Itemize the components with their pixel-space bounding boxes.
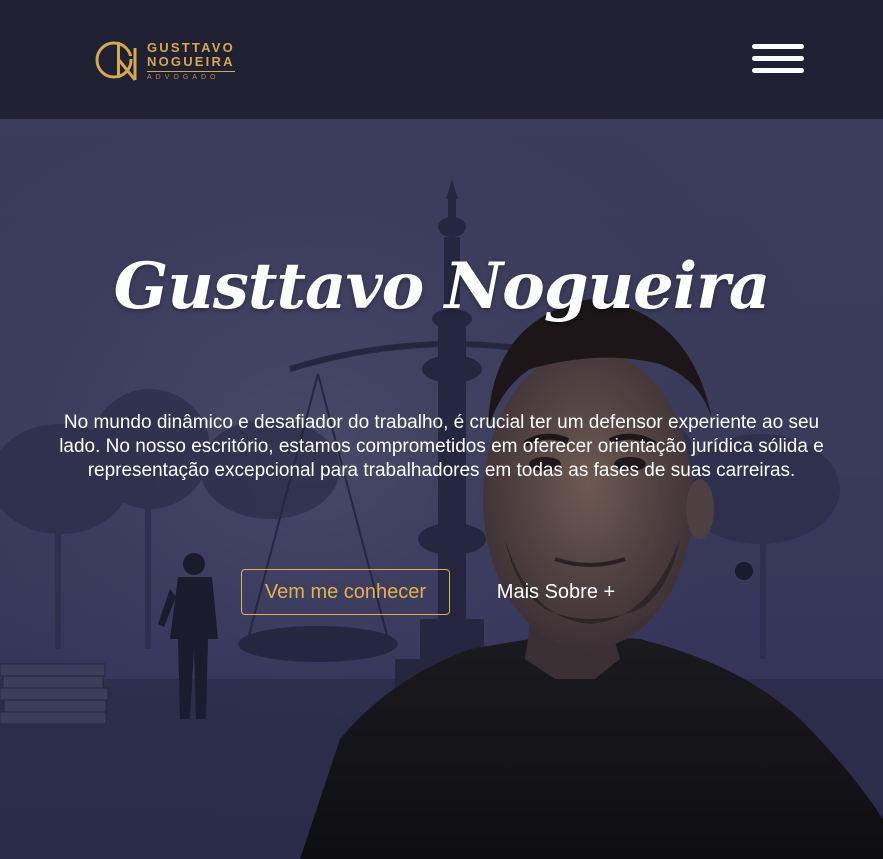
hero-section: Gusttavo Nogueira No mundo dinâmico e de…: [0, 119, 883, 859]
brand-first-name: GUSTTAVO: [147, 40, 235, 55]
gn-monogram-icon: [95, 41, 137, 81]
site-header: GUSTTAVO NOGUEIRA ADVOGADO: [0, 0, 883, 119]
hero-background-image: [0, 119, 883, 859]
meet-me-button[interactable]: Vem me conhecer: [241, 569, 450, 615]
more-about-link[interactable]: Mais Sobre +: [476, 569, 636, 615]
brand-logo[interactable]: GUSTTAVO NOGUEIRA ADVOGADO: [95, 38, 240, 82]
hamburger-menu-icon[interactable]: [752, 44, 804, 76]
brand-name: GUSTTAVO NOGUEIRA ADVOGADO: [147, 41, 235, 81]
brand-tagline: ADVOGADO: [147, 74, 220, 81]
hero-title: Gusttavo Nogueira: [113, 249, 771, 324]
brand-last-name: NOGUEIRA: [147, 54, 235, 69]
brand-divider: [147, 71, 235, 72]
hero-description: No mundo dinâmico e desafiador do trabal…: [59, 412, 824, 481]
